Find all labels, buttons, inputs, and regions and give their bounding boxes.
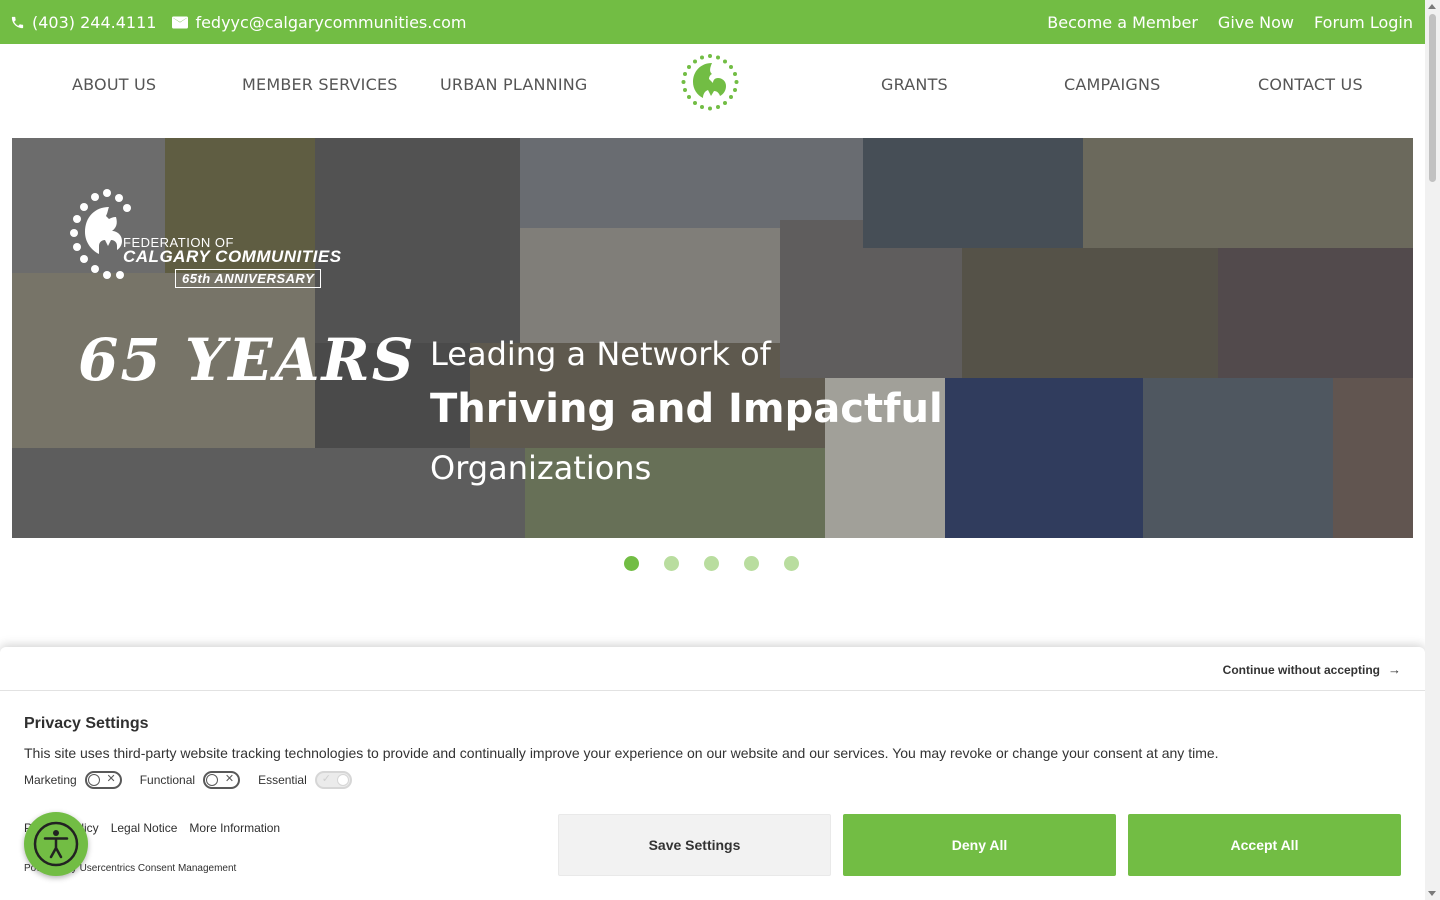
deny-all-button[interactable]: Deny All [843, 814, 1116, 876]
accept-all-button[interactable]: Accept All [1128, 814, 1401, 876]
top-bar: (403) 244.4111 fedyyc@calgarycommunities… [0, 0, 1425, 44]
hero-tagline-line1: Leading a Network of [430, 335, 771, 373]
check-icon: ✓ [321, 773, 331, 785]
envelope-icon [172, 16, 189, 28]
phone-number: (403) 244.4111 [32, 12, 157, 32]
save-settings-button[interactable]: Save Settings [558, 814, 831, 876]
privacy-consent-banner: Continue without accepting → Privacy Set… [0, 647, 1425, 900]
logo-anniversary-text: 65th ANNIVERSARY [175, 269, 322, 288]
hero-tagline-line3: Organizations [430, 449, 652, 487]
toggle-knob [87, 774, 100, 786]
accessibility-icon [33, 821, 79, 867]
toggle-knob [336, 774, 349, 786]
arrow-right-icon: → [1388, 662, 1401, 677]
legal-notice-link[interactable]: Legal Notice [111, 821, 178, 835]
become-member-link[interactable]: Become a Member [1047, 13, 1198, 32]
federation-anniversary-logo: FEDERATION OF CALGARY COMMUNITIES 65th A… [67, 185, 367, 295]
marketing-toggle-label: Marketing [24, 773, 77, 787]
nav-item-grants[interactable]: GRANTS [881, 75, 948, 94]
nav-item-member-services[interactable]: MEMBER SERVICES [242, 75, 398, 94]
nav-item-campaigns[interactable]: CAMPAIGNS [1064, 75, 1161, 94]
slider-dot-5[interactable] [784, 556, 799, 571]
hero-tagline-line2: Thriving and Impactful [430, 386, 943, 432]
continue-without-accepting-link[interactable]: Continue without accepting → [1223, 662, 1401, 677]
logo-calgary-text: CALGARY COMMUNITIES [123, 247, 342, 266]
essential-toggle: ✓ [314, 771, 352, 789]
email-address: fedyyc@calgarycommunities.com [195, 12, 467, 32]
nav-item-about-us[interactable]: ABOUT US [72, 75, 156, 94]
accessibility-button[interactable] [24, 812, 88, 876]
scroll-up-icon[interactable] [1428, 4, 1436, 9]
top-bar-contact: (403) 244.4111 fedyyc@calgarycommunities… [10, 13, 483, 32]
close-icon: ✕ [224, 773, 235, 785]
more-information-link[interactable]: More Information [189, 821, 280, 835]
forum-login-link[interactable]: Forum Login [1314, 13, 1413, 32]
page-scrollbar[interactable] [1425, 0, 1440, 900]
give-now-link[interactable]: Give Now [1218, 13, 1294, 32]
slider-dot-2[interactable] [664, 556, 679, 571]
nav-item-contact-us[interactable]: CONTACT US [1258, 75, 1363, 94]
scrollbar-thumb[interactable] [1429, 14, 1436, 182]
sixty-five-years-heading: 65 YEARS [78, 326, 416, 394]
main-nav: ABOUT US MEMBER SERVICES URBAN PLANNING … [0, 44, 1425, 138]
privacy-settings-title: Privacy Settings [24, 715, 149, 732]
close-icon: ✕ [106, 773, 116, 785]
top-bar-links: Become a Member Give Now Forum Login [1027, 13, 1413, 32]
phone-icon [11, 16, 24, 28]
scroll-down-icon[interactable] [1428, 891, 1436, 896]
functional-toggle-label: Functional [139, 773, 196, 787]
marketing-toggle[interactable]: ✕ [84, 771, 122, 789]
slider-dot-3[interactable] [704, 556, 719, 571]
nav-item-urban-planning[interactable]: URBAN PLANNING [440, 75, 588, 94]
email-link[interactable]: fedyyc@calgarycommunities.com [172, 12, 467, 32]
continue-label: Continue without accepting [1222, 662, 1380, 677]
slider-dot-4[interactable] [744, 556, 759, 571]
divider [0, 690, 1425, 691]
consent-toggles: Marketing ✕ Functional ✕ Essential ✓ [24, 771, 370, 789]
privacy-settings-description: This site uses third-party website track… [24, 745, 1219, 761]
functional-toggle[interactable]: ✕ [203, 771, 241, 789]
toggle-knob [206, 774, 219, 786]
essential-toggle-label: Essential [258, 773, 307, 787]
phone-link[interactable]: (403) 244.4111 [10, 13, 156, 32]
slider-pagination [624, 556, 824, 571]
slider-dot-1[interactable] [624, 556, 639, 571]
hero-slider[interactable]: FEDERATION OF CALGARY COMMUNITIES 65th A… [12, 138, 1413, 538]
site-logo[interactable] [681, 53, 739, 111]
